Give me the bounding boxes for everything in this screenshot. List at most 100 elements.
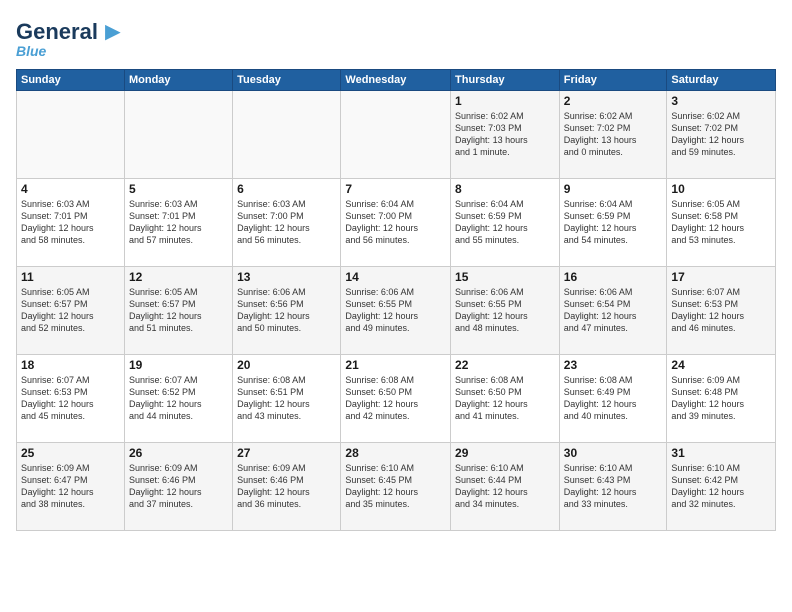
header: General►Blue [16,16,776,59]
day-info: Sunrise: 6:02 AM Sunset: 7:02 PM Dayligh… [564,110,663,159]
calendar-cell: 14 Sunrise: 6:06 AM Sunset: 6:55 PM Dayli… [341,267,451,355]
calendar-cell: 12 Sunrise: 6:05 AM Sunset: 6:57 PM Dayli… [124,267,232,355]
calendar-cell: 27 Sunrise: 6:09 AM Sunset: 6:46 PM Dayli… [233,443,341,531]
day-number: 19 [129,358,228,372]
calendar-cell: 7Sunrise: 6:04 AM Sunset: 7:00 PM Daylig… [341,179,451,267]
day-info: Sunrise: 6:09 AM Sunset: 6:46 PM Dayligh… [129,462,228,511]
calendar-cell: 22 Sunrise: 6:08 AM Sunset: 6:50 PM Dayli… [451,355,560,443]
calendar-cell: 6 Sunrise: 6:03 AM Sunset: 7:00 PM Daylig… [233,179,341,267]
calendar-cell [341,91,451,179]
weekday-header: Sunday [17,70,125,91]
day-info: Sunrise: 6:09 AM Sunset: 6:48 PM Dayligh… [671,374,771,423]
day-info: Sunrise: 6:08 AM Sunset: 6:50 PM Dayligh… [455,374,555,423]
day-info: Sunrise: 6:02 AM Sunset: 7:03 PM Dayligh… [455,110,555,159]
day-info: Sunrise: 6:04 AM Sunset: 6:59 PM Dayligh… [564,198,663,247]
calendar-cell: 15 Sunrise: 6:06 AM Sunset: 6:55 PM Dayli… [451,267,560,355]
day-info: Sunrise: 6:03 AM Sunset: 7:00 PM Dayligh… [237,198,336,247]
day-number: 13 [237,270,336,284]
day-info: Sunrise: 6:10 AM Sunset: 6:42 PM Dayligh… [671,462,771,511]
day-info: Sunrise: 6:05 AM Sunset: 6:57 PM Dayligh… [21,286,120,335]
calendar-cell [124,91,232,179]
day-info: Sunrise: 6:05 AM Sunset: 6:58 PM Dayligh… [671,198,771,247]
day-number: 27 [237,446,336,460]
day-info: Sunrise: 6:07 AM Sunset: 6:53 PM Dayligh… [21,374,120,423]
day-number: 15 [455,270,555,284]
day-info: Sunrise: 6:02 AM Sunset: 7:02 PM Dayligh… [671,110,771,159]
calendar-cell: 16 Sunrise: 6:06 AM Sunset: 6:54 PM Dayli… [559,267,667,355]
weekday-header: Monday [124,70,232,91]
calendar-cell: 29 Sunrise: 6:10 AM Sunset: 6:44 PM Dayli… [451,443,560,531]
day-info: Sunrise: 6:10 AM Sunset: 6:45 PM Dayligh… [345,462,446,511]
day-number: 23 [564,358,663,372]
day-info: Sunrise: 6:09 AM Sunset: 6:46 PM Dayligh… [237,462,336,511]
day-info: Sunrise: 6:08 AM Sunset: 6:51 PM Dayligh… [237,374,336,423]
calendar-week-row: 11 Sunrise: 6:05 AM Sunset: 6:57 PM Dayli… [17,267,776,355]
day-number: 16 [564,270,663,284]
weekday-header: Thursday [451,70,560,91]
day-info: Sunrise: 6:07 AM Sunset: 6:53 PM Dayligh… [671,286,771,335]
day-number: 22 [455,358,555,372]
calendar-cell: 17Sunrise: 6:07 AM Sunset: 6:53 PM Dayli… [667,267,776,355]
day-number: 29 [455,446,555,460]
calendar-cell: 4 Sunrise: 6:03 AM Sunset: 7:01 PM Daylig… [17,179,125,267]
calendar-cell: 23 Sunrise: 6:08 AM Sunset: 6:49 PM Dayli… [559,355,667,443]
day-number: 10 [671,182,771,196]
calendar-cell: 1 Sunrise: 6:02 AM Sunset: 7:03 PM Daylig… [451,91,560,179]
calendar-table: SundayMondayTuesdayWednesdayThursdayFrid… [16,69,776,531]
day-number: 31 [671,446,771,460]
day-info: Sunrise: 6:03 AM Sunset: 7:01 PM Dayligh… [21,198,120,247]
day-info: Sunrise: 6:06 AM Sunset: 6:54 PM Dayligh… [564,286,663,335]
day-info: Sunrise: 6:07 AM Sunset: 6:52 PM Dayligh… [129,374,228,423]
day-number: 12 [129,270,228,284]
day-number: 18 [21,358,120,372]
day-info: Sunrise: 6:08 AM Sunset: 6:50 PM Dayligh… [345,374,446,423]
logo-general-text: General [16,19,98,45]
day-info: Sunrise: 6:10 AM Sunset: 6:44 PM Dayligh… [455,462,555,511]
calendar-cell: 24 Sunrise: 6:09 AM Sunset: 6:48 PM Dayli… [667,355,776,443]
calendar-cell: 31 Sunrise: 6:10 AM Sunset: 6:42 PM Dayli… [667,443,776,531]
day-number: 1 [455,94,555,108]
calendar-cell: 11 Sunrise: 6:05 AM Sunset: 6:57 PM Dayli… [17,267,125,355]
calendar-cell: 2Sunrise: 6:02 AM Sunset: 7:02 PM Daylig… [559,91,667,179]
day-info: Sunrise: 6:06 AM Sunset: 6:55 PM Dayligh… [455,286,555,335]
logo: General►Blue [16,16,126,59]
day-number: 7 [345,182,446,196]
calendar-week-row: 25Sunrise: 6:09 AM Sunset: 6:47 PM Dayli… [17,443,776,531]
calendar-cell: 21 Sunrise: 6:08 AM Sunset: 6:50 PM Dayli… [341,355,451,443]
calendar-cell: 13 Sunrise: 6:06 AM Sunset: 6:56 PM Dayli… [233,267,341,355]
day-number: 11 [21,270,120,284]
day-info: Sunrise: 6:06 AM Sunset: 6:56 PM Dayligh… [237,286,336,335]
calendar-cell: 26 Sunrise: 6:09 AM Sunset: 6:46 PM Dayli… [124,443,232,531]
calendar-cell: 8Sunrise: 6:04 AM Sunset: 6:59 PM Daylig… [451,179,560,267]
day-number: 8 [455,182,555,196]
day-info: Sunrise: 6:10 AM Sunset: 6:43 PM Dayligh… [564,462,663,511]
page: General►Blue SundayMondayTuesdayWednesda… [0,0,792,612]
calendar-cell: 19 Sunrise: 6:07 AM Sunset: 6:52 PM Dayli… [124,355,232,443]
day-info: Sunrise: 6:05 AM Sunset: 6:57 PM Dayligh… [129,286,228,335]
day-number: 9 [564,182,663,196]
calendar-week-row: 4 Sunrise: 6:03 AM Sunset: 7:01 PM Daylig… [17,179,776,267]
day-info: Sunrise: 6:03 AM Sunset: 7:01 PM Dayligh… [129,198,228,247]
logo-text: General►Blue [16,16,126,59]
calendar-cell: 3 Sunrise: 6:02 AM Sunset: 7:02 PM Daylig… [667,91,776,179]
day-info: Sunrise: 6:06 AM Sunset: 6:55 PM Dayligh… [345,286,446,335]
day-number: 6 [237,182,336,196]
weekday-header: Saturday [667,70,776,91]
weekday-header: Tuesday [233,70,341,91]
weekday-header: Friday [559,70,667,91]
calendar-cell: 28 Sunrise: 6:10 AM Sunset: 6:45 PM Dayli… [341,443,451,531]
calendar-cell: 5Sunrise: 6:03 AM Sunset: 7:01 PM Daylig… [124,179,232,267]
day-number: 21 [345,358,446,372]
day-info: Sunrise: 6:08 AM Sunset: 6:49 PM Dayligh… [564,374,663,423]
day-number: 28 [345,446,446,460]
day-info: Sunrise: 6:09 AM Sunset: 6:47 PM Dayligh… [21,462,120,511]
day-number: 4 [21,182,120,196]
day-number: 14 [345,270,446,284]
day-number: 30 [564,446,663,460]
day-number: 26 [129,446,228,460]
day-number: 3 [671,94,771,108]
day-number: 20 [237,358,336,372]
day-number: 24 [671,358,771,372]
calendar-cell: 25Sunrise: 6:09 AM Sunset: 6:47 PM Dayli… [17,443,125,531]
calendar-cell: 30 Sunrise: 6:10 AM Sunset: 6:43 PM Dayli… [559,443,667,531]
